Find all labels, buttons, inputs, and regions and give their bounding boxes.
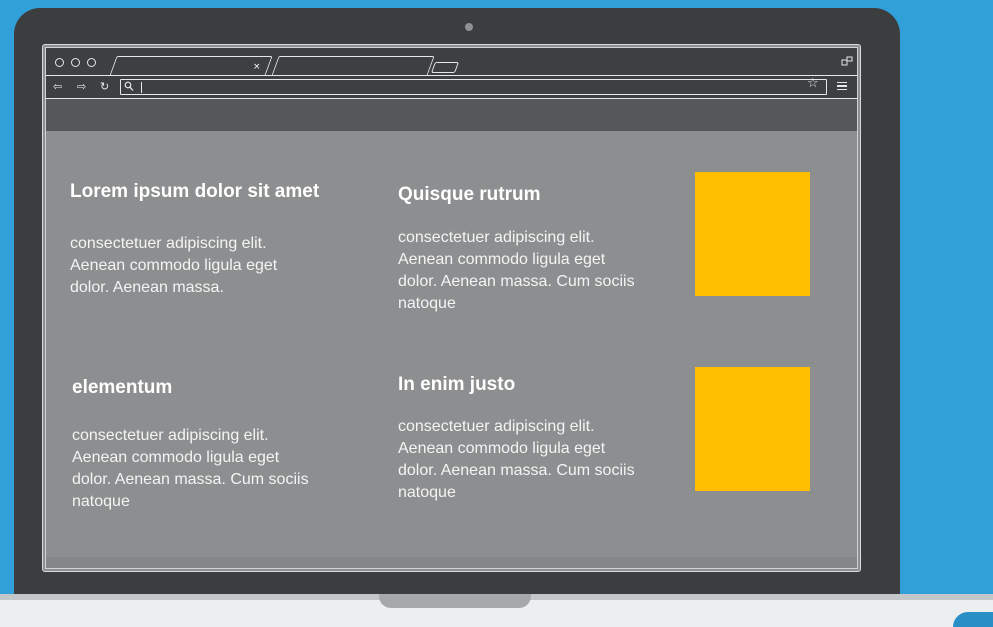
content-card-1: Lorem ipsum dolor sit amet consectetuer … — [70, 181, 320, 299]
card-heading: elementum — [72, 377, 173, 398]
content-card-3: elementum consectetuer adipiscing elit. … — [72, 377, 322, 513]
menu-icon[interactable] — [837, 82, 847, 90]
image-placeholder-1 — [695, 172, 810, 296]
page-content: Lorem ipsum dolor sit amet consectetuer … — [45, 131, 858, 569]
card-body: consectetuer adipiscing elit. Aenean com… — [70, 235, 278, 296]
card-heading: Quisque rutrum — [398, 184, 541, 205]
window-minimize-icon[interactable] — [71, 58, 80, 67]
content-card-4: In enim justo consectetuer adipiscing el… — [398, 374, 648, 504]
bookmark-star-icon[interactable]: ☆ — [807, 76, 819, 92]
card-body: consectetuer adipiscing elit. Aenean com… — [398, 418, 635, 501]
back-arrow-icon[interactable]: ⇦ — [53, 79, 62, 95]
browser-window: × ⇦ ⇨ ↻ ☆ Lorem ipsum dolor sit amet con… — [42, 44, 861, 572]
card-heading: Lorem ipsum dolor sit amet — [70, 181, 320, 202]
card-body: consectetuer adipiscing elit. Aenean com… — [72, 427, 309, 510]
window-restore-icon[interactable] — [841, 56, 853, 66]
address-bar: ⇦ ⇨ ↻ ☆ — [45, 75, 858, 99]
text-caret — [141, 82, 142, 93]
window-close-icon[interactable] — [55, 58, 64, 67]
search-icon — [124, 81, 134, 91]
laptop-notch — [379, 594, 531, 608]
image-placeholder-2 — [695, 367, 810, 491]
card-body: consectetuer adipiscing elit. Aenean com… — [398, 229, 635, 312]
tab-bar: × — [45, 47, 858, 76]
tab-close-icon[interactable]: × — [253, 62, 261, 72]
content-card-2: Quisque rutrum consectetuer adipiscing e… — [398, 184, 648, 315]
forward-arrow-icon[interactable]: ⇨ — [77, 79, 86, 95]
tab-inactive[interactable] — [271, 56, 435, 76]
card-heading: In enim justo — [398, 374, 516, 395]
tab-active[interactable] — [109, 56, 273, 76]
laptop-base-edge — [953, 612, 993, 627]
new-tab-button[interactable] — [430, 62, 460, 73]
reload-icon[interactable]: ↻ — [100, 79, 109, 95]
page-toolbar — [45, 99, 858, 131]
url-input[interactable] — [120, 79, 827, 95]
laptop-scene: × ⇦ ⇨ ↻ ☆ Lorem ipsum dolor sit amet con… — [0, 0, 993, 627]
window-maximize-icon[interactable] — [87, 58, 96, 67]
page-bottom-strip — [45, 557, 858, 569]
camera-icon — [465, 23, 473, 31]
